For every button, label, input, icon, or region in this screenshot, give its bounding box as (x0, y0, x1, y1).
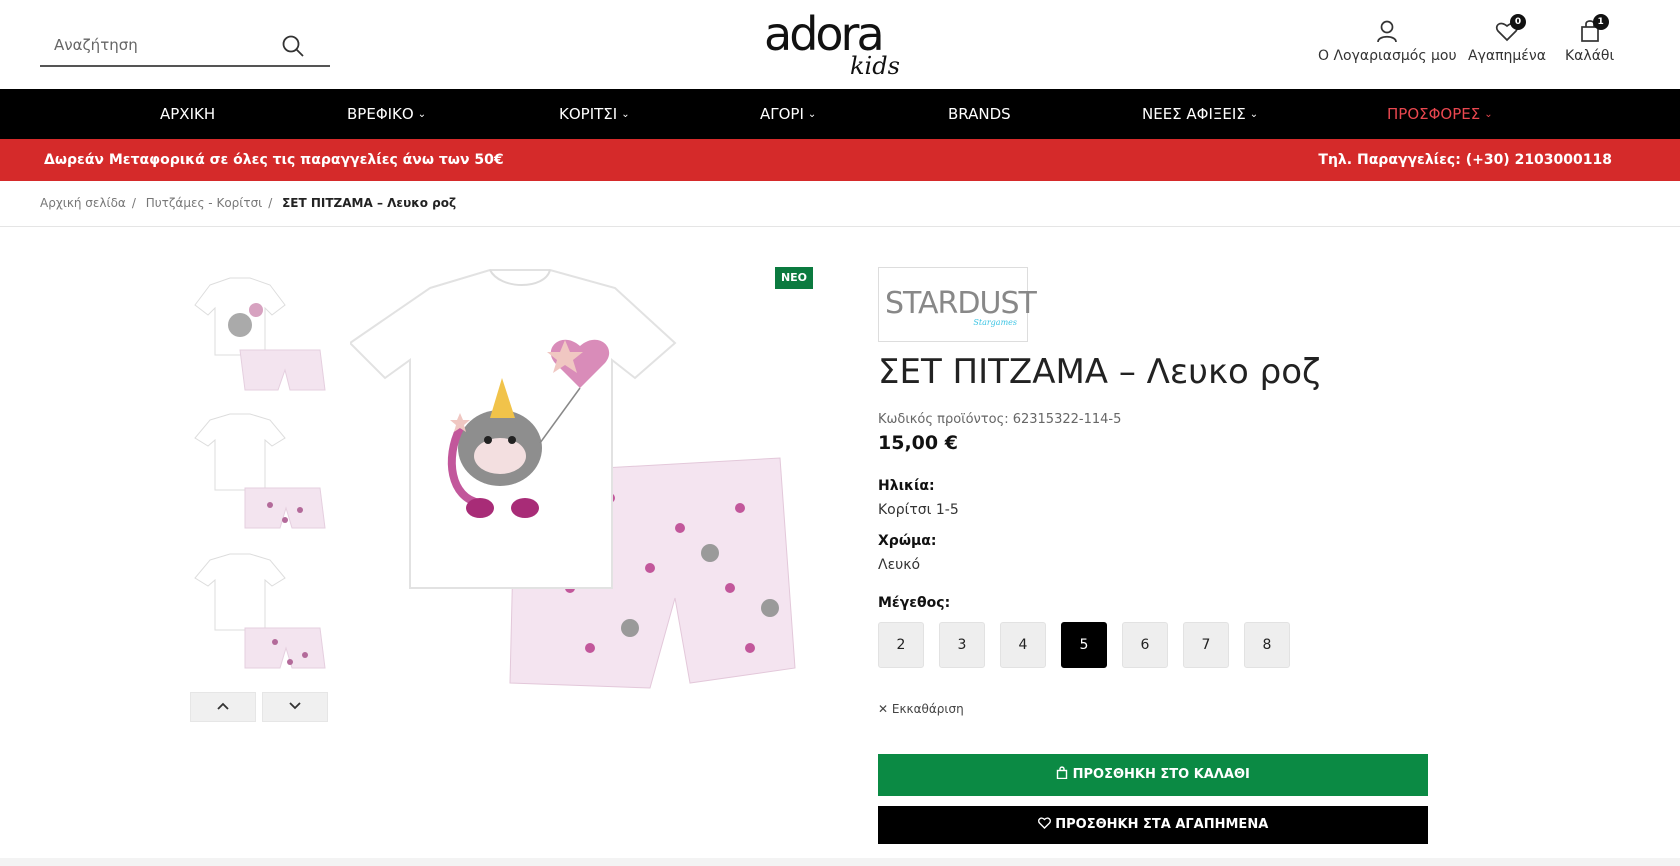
nav-item-baby[interactable]: ΒΡΕΦΙΚΟ ⌄ (347, 89, 426, 139)
breadcrumb-separator: / (131, 196, 136, 210)
breadcrumb-current: ΣΕΤ ΠΙΤΖΑΜΑ – Λευκο ροζ (282, 196, 457, 210)
nav-label: ΑΓΟΡΙ (760, 105, 804, 123)
nav-item-new-arrivals[interactable]: ΝΕΕΣ ΑΦΙΞΕΙΣ ⌄ (1142, 89, 1258, 139)
add-to-wishlist-button[interactable]: ΠΡΟΣΘΗΚΗ ΣΤΑ ΑΓΑΠΗΜΕΝΑ (878, 806, 1428, 844)
nav-item-offers[interactable]: ΠΡΟΣΦΟΡΕΣ ⌄ (1387, 89, 1493, 139)
search-box (40, 27, 330, 67)
size-option[interactable]: 2 (878, 622, 924, 668)
brand-logo[interactable]: STARDUST Stargames (878, 267, 1037, 342)
brand-tagline: Stargames (973, 318, 1017, 327)
wishlist-label: Αγαπημένα (1468, 48, 1546, 64)
add-to-wishlist-label: ΠΡΟΣΘΗΚΗ ΣΤΑ ΑΓΑΠΗΜΕΝΑ (1055, 817, 1269, 832)
new-badge: ΝΕΟ (775, 267, 813, 289)
gallery-next-button[interactable] (262, 692, 328, 722)
breadcrumb: Αρχική σελίδα / Πυτζάμες - Κορίτσι / ΣΕΤ Π… (40, 196, 462, 210)
promo-bar: Δωρεάν Μεταφορικά σε όλες τις παραγγελίε… (0, 139, 1680, 181)
search-input[interactable] (40, 27, 280, 63)
main-product-image[interactable] (348, 268, 810, 698)
add-to-cart-label: ΠΡΟΣΘΗΚΗ ΣΤΟ ΚΑΛΑΘΙ (1072, 767, 1250, 782)
chevron-down-icon: ⌄ (807, 109, 817, 120)
wishlist-link[interactable]: 0 Αγαπημένα (1468, 14, 1546, 64)
color-label: Χρώμα: (878, 533, 937, 549)
sku-value: 62315322-114-5 (1012, 412, 1122, 427)
color-value: Λευκό (878, 557, 921, 573)
product-sku: Κωδικός προϊόντος: 62315322-114-5 (878, 412, 1121, 427)
nav-label: ΑΡΧΙΚΗ (160, 105, 216, 123)
shopping-bag-icon (1056, 766, 1073, 782)
free-shipping-text: Δωρεάν Μεταφορικά σε όλες τις παραγγελίε… (44, 152, 504, 168)
sku-label: Κωδικός προϊόντος: (878, 412, 1009, 427)
size-option[interactable]: 3 (939, 622, 985, 668)
nav-label: ΒΡΕΦΙΚΟ (347, 105, 414, 123)
chevron-down-icon: ⌄ (1249, 109, 1259, 120)
size-option-selected[interactable]: 5 (1061, 622, 1107, 668)
site-logo[interactable]: adora kids (760, 7, 900, 80)
nav-label: ΚΟΡΙΤΣΙ (559, 105, 618, 123)
gallery-thumbnail[interactable] (190, 410, 330, 540)
breadcrumb-category[interactable]: Πυτζάμες - Κορίτσι (146, 196, 263, 210)
gallery-prev-button[interactable] (190, 692, 256, 722)
search-icon[interactable] (280, 33, 306, 59)
chevron-up-icon (216, 699, 230, 715)
nav-label: BRANDS (948, 105, 1011, 123)
size-label: Μέγεθος: (878, 595, 951, 611)
close-icon: ✕ (878, 702, 889, 716)
user-icon (1374, 18, 1400, 44)
page-bottom-strip (0, 858, 1680, 866)
phone-orders-text: Τηλ. Παραγγελίες: (+30) 2103000118 (1318, 152, 1612, 168)
chevron-down-icon: ⌄ (621, 109, 630, 120)
size-option[interactable]: 6 (1122, 622, 1168, 668)
wishlist-count-badge: 0 (1509, 14, 1526, 30)
main-nav: ΑΡΧΙΚΗ ΒΡΕΦΙΚΟ ⌄ ΚΟΡΙΤΣΙ ⌄ ΑΓΟΡΙ ⌄ BRANDS Ν… (0, 89, 1680, 139)
breadcrumb-separator: / (268, 196, 273, 210)
age-label: Ηλικία: (878, 478, 935, 494)
heart-icon (1037, 817, 1056, 832)
nav-item-home[interactable]: ΑΡΧΙΚΗ (160, 89, 215, 139)
shopping-bag-icon: 1 (1577, 14, 1609, 44)
nav-item-brands[interactable]: BRANDS (948, 89, 1011, 139)
cart-label: Καλάθι (1565, 48, 1615, 64)
divider (0, 226, 1680, 227)
product-title: ΣΕΤ ΠΙΤΖΑΜΑ – Λευκο ροζ (878, 352, 1321, 392)
age-value: Κορίτσι 1-5 (878, 502, 959, 518)
heart-icon: 0 (1494, 14, 1526, 44)
cart-count-badge: 1 (1592, 14, 1609, 30)
size-option[interactable]: 8 (1244, 622, 1290, 668)
site-header: adora kids Ο Λογαριασμός μου 0 Αγαπημένα… (0, 0, 1680, 89)
logo-sub-text: kids (850, 52, 900, 80)
nav-item-boy[interactable]: ΑΓΟΡΙ ⌄ (760, 89, 816, 139)
clear-selection-button[interactable]: ✕ Εκκαθάριση (878, 702, 964, 716)
clear-label: Εκκαθάριση (891, 702, 964, 716)
add-to-cart-button[interactable]: ΠΡΟΣΘΗΚΗ ΣΤΟ ΚΑΛΑΘΙ (878, 754, 1428, 796)
product-price: 15,00 € (878, 432, 958, 454)
breadcrumb-home[interactable]: Αρχική σελίδα (40, 196, 126, 210)
size-option[interactable]: 4 (1000, 622, 1046, 668)
gallery-thumbnail[interactable] (190, 550, 330, 680)
nav-label: ΝΕΕΣ ΑΦΙΞΕΙΣ (1142, 105, 1246, 123)
nav-label: ΠΡΟΣΦΟΡΕΣ (1387, 105, 1481, 123)
cart-link[interactable]: 1 Καλάθι (1565, 14, 1615, 64)
account-label: Ο Λογαριασμός μου (1318, 48, 1457, 64)
chevron-down-icon: ⌄ (1484, 109, 1493, 120)
gallery-thumbnail[interactable] (190, 270, 330, 400)
size-option[interactable]: 7 (1183, 622, 1229, 668)
chevron-down-icon: ⌄ (417, 109, 427, 120)
nav-item-girl[interactable]: ΚΟΡΙΤΣΙ ⌄ (559, 89, 630, 139)
account-link[interactable]: Ο Λογαριασμός μου (1318, 18, 1457, 64)
chevron-down-icon (288, 699, 302, 715)
brand-name: STARDUST (885, 286, 1037, 321)
